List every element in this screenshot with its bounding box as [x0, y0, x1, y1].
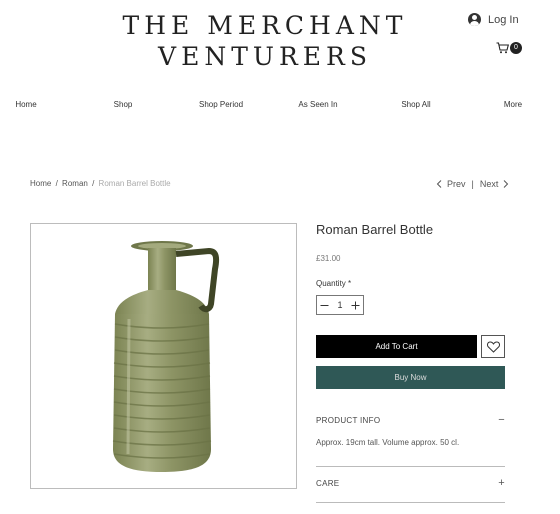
plus-icon: [351, 301, 360, 309]
section-divider: [316, 466, 505, 467]
collapse-minus-icon: −: [498, 414, 505, 426]
logo-line-1: THE MERCHANT: [122, 11, 408, 40]
product-image[interactable]: [30, 223, 297, 489]
cart-button[interactable]: 0: [496, 42, 522, 54]
cart-icon: [496, 42, 509, 54]
quantity-stepper: 1: [316, 295, 364, 315]
prev-label: Prev: [447, 179, 466, 189]
care-toggle[interactable]: CARE +: [316, 475, 505, 491]
minus-icon: [320, 304, 329, 306]
chevron-right-icon: [504, 180, 509, 188]
main-nav: Home Shop Shop Period As Seen In Shop Al…: [0, 100, 560, 116]
quantity-label: Quantity *: [316, 279, 352, 288]
add-to-cart-button[interactable]: Add To Cart: [316, 335, 477, 358]
nav-home[interactable]: Home: [15, 100, 36, 109]
product-info-title: PRODUCT INFO: [316, 415, 381, 425]
care-title: CARE: [316, 478, 340, 488]
login-button[interactable]: Log In: [468, 13, 519, 26]
nav-as-seen-in[interactable]: As Seen In: [298, 100, 337, 109]
nav-shop-period[interactable]: Shop Period: [199, 100, 243, 109]
heart-icon: [486, 340, 500, 353]
breadcrumb-separator: /: [92, 179, 95, 188]
buy-now-button[interactable]: Buy Now: [316, 366, 505, 389]
nav-shop-all[interactable]: Shop All: [401, 100, 430, 109]
nav-shop[interactable]: Shop: [114, 100, 133, 109]
login-label: Log In: [488, 13, 519, 26]
product-pager: Prev | Next: [436, 179, 509, 189]
breadcrumb-category[interactable]: Roman: [62, 179, 88, 188]
expand-plus-icon: +: [498, 477, 505, 489]
user-avatar-icon: [468, 13, 481, 26]
product-info-text: Approx. 19cm tall. Volume approx. 50 cl.: [316, 438, 460, 447]
product-title: Roman Barrel Bottle: [316, 222, 434, 237]
breadcrumb-separator: /: [55, 179, 58, 188]
nav-more[interactable]: More: [504, 100, 522, 109]
increase-button[interactable]: [351, 301, 360, 310]
logo-line-2: VENTURERS: [158, 42, 372, 71]
cart-count-badge: 0: [510, 42, 522, 54]
decrease-button[interactable]: [320, 301, 329, 310]
product-price: £31.00: [316, 254, 341, 263]
breadcrumb-current: Roman Barrel Bottle: [98, 179, 171, 188]
product-info-toggle[interactable]: PRODUCT INFO −: [316, 412, 505, 428]
quantity-value[interactable]: 1: [337, 300, 342, 310]
chevron-left-icon: [436, 180, 442, 188]
next-label: Next: [479, 179, 499, 189]
section-divider: [316, 502, 505, 503]
glass-bottle-image: [112, 241, 220, 472]
breadcrumb-home[interactable]: Home: [30, 179, 51, 188]
site-logo[interactable]: THE MERCHANT VENTURERS: [120, 10, 410, 72]
next-link[interactable]: Next: [480, 179, 510, 189]
pager-separator: |: [471, 179, 474, 189]
breadcrumb: Home / Roman / Roman Barrel Bottle: [30, 179, 171, 188]
prev-link[interactable]: Prev: [436, 179, 466, 189]
wishlist-button[interactable]: [481, 335, 505, 358]
